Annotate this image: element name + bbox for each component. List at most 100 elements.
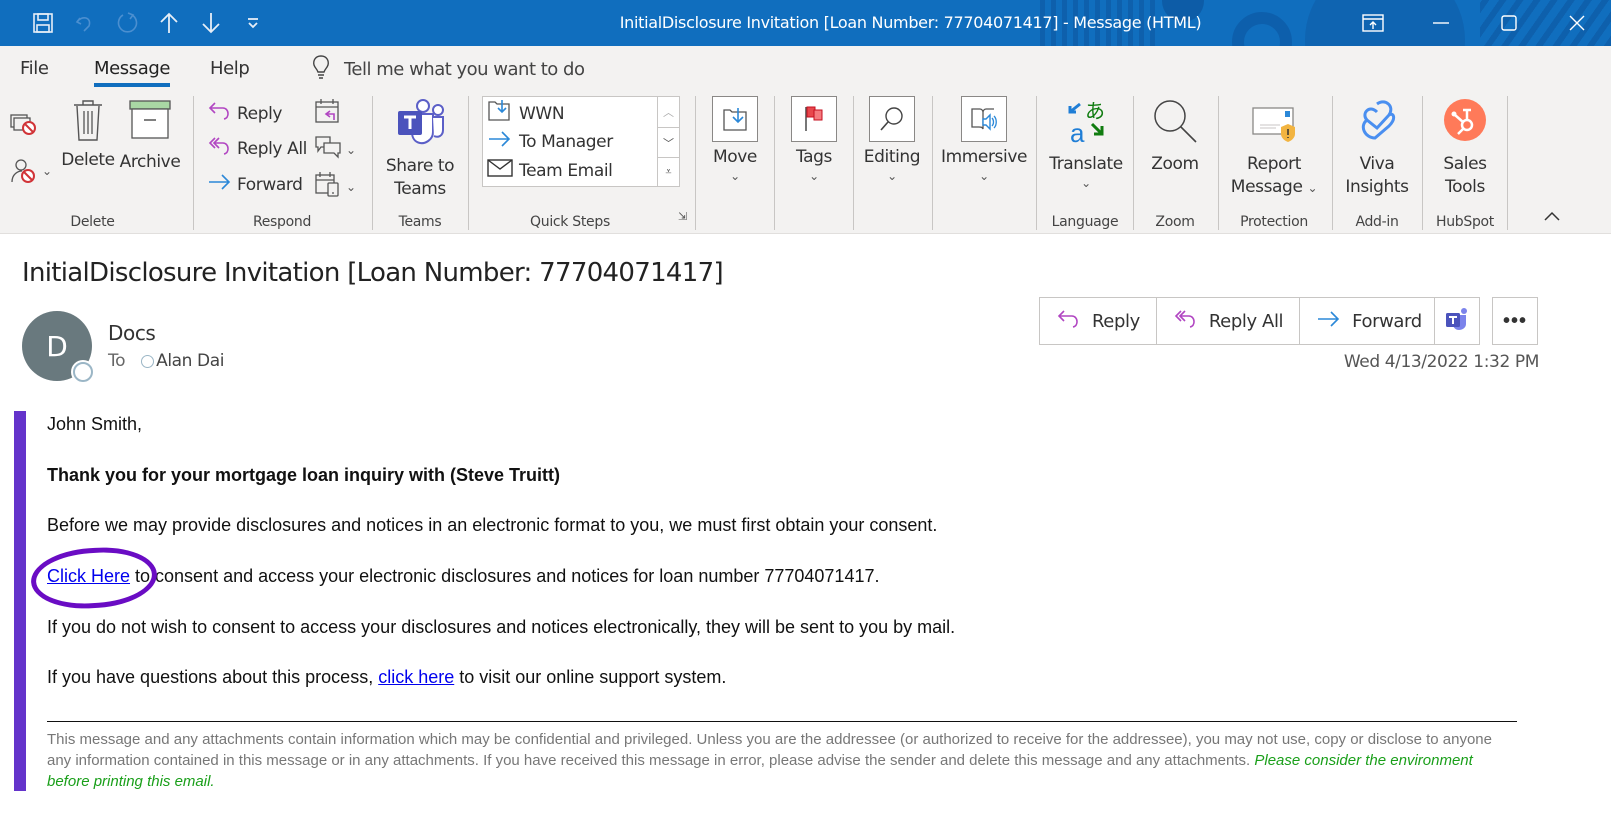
disclaimer: This message and any attachments contain… (47, 729, 1517, 792)
tell-me-text: Tell me what you want to do (344, 59, 585, 80)
teams-icon (1444, 307, 1470, 336)
recipient-name[interactable]: Alan Dai (156, 351, 224, 371)
flag-icon (791, 96, 837, 142)
maximize-icon[interactable] (1475, 0, 1543, 46)
junk-icon[interactable]: ⌄ (10, 158, 52, 184)
presence-indicator (73, 362, 93, 382)
reply-with-meeting-icon[interactable] (314, 98, 340, 129)
immersive-reader-icon (961, 96, 1007, 142)
body-paragraph: If you do not wish to consent to access … (47, 617, 956, 637)
archive-icon (129, 100, 171, 147)
viva-insights-icon (1353, 98, 1401, 153)
group-separator (1507, 96, 1508, 230)
quick-step-to-manager[interactable]: To Manager (487, 128, 613, 155)
move-button[interactable]: Move ⌄ (708, 96, 762, 183)
reply-label: Reply (1092, 310, 1140, 332)
quick-step-label: WWN (519, 103, 565, 124)
find-icon (869, 96, 915, 142)
translate-button[interactable]: aあ Translate ⌄ (1046, 98, 1126, 190)
reply-icon (207, 100, 233, 127)
support-text: to visit our online support system. (454, 667, 727, 687)
teams-icon (395, 98, 445, 155)
group-label-protection: Protection (1240, 214, 1308, 230)
tags-button[interactable]: Tags ⌄ (787, 96, 841, 183)
group-separator (932, 96, 933, 230)
delete-button[interactable]: Delete (61, 98, 115, 172)
tab-file[interactable]: File (20, 58, 49, 79)
zoom-label: Zoom (1151, 154, 1199, 174)
reply-all-button[interactable]: Reply All (1157, 298, 1301, 344)
forward-label: Forward (1352, 310, 1422, 332)
viva-insights-button[interactable]: Viva Insights (1340, 98, 1414, 199)
group-separator (853, 96, 854, 230)
translate-label: Translate (1049, 154, 1123, 174)
teams-share-button[interactable] (1434, 297, 1480, 345)
chevron-down-icon: ⌄ (346, 179, 357, 194)
to-label: To (108, 351, 126, 371)
reply-ribbon-button[interactable]: Reply (207, 100, 282, 127)
support-text: If you have questions about this process… (47, 667, 379, 687)
sender-name[interactable]: Docs (108, 321, 156, 345)
report-message-label-2: Message (1230, 177, 1303, 197)
more-respond-button[interactable]: ⌄ (314, 171, 356, 202)
tab-message[interactable]: Message (94, 58, 170, 87)
group-label-zoom: Zoom (1155, 214, 1195, 230)
immersive-label: Immersive (940, 147, 1028, 167)
immersive-reader-button[interactable]: Immersive ⌄ (940, 96, 1028, 183)
report-message-label: Report (1247, 154, 1301, 174)
restore-ribbon-icon[interactable] (1339, 0, 1407, 46)
reply-button[interactable]: Reply (1040, 298, 1157, 344)
forward-button[interactable]: Forward (1300, 298, 1440, 344)
message-subject: InitialDisclosure Invitation [Loan Numbe… (22, 258, 724, 288)
body-accent-bar (14, 411, 26, 791)
ignore-icon[interactable] (10, 112, 38, 141)
reply-all-icon (207, 135, 233, 162)
chevron-down-icon: ⌄ (1307, 181, 1318, 195)
tab-help[interactable]: Help (210, 58, 250, 79)
reply-all-label: Reply All (237, 138, 307, 159)
lightbulb-icon (312, 54, 330, 85)
gallery-expand[interactable]: ⩡ (657, 157, 679, 187)
gallery-scroll-up[interactable]: ︿ (657, 97, 679, 127)
collapse-ribbon-icon[interactable] (1544, 208, 1560, 226)
report-message-button[interactable]: Report Message ⌄ (1228, 98, 1320, 199)
quick-step-wwn[interactable]: WWN (487, 99, 565, 128)
window-controls (1339, 0, 1611, 46)
reply-icon (1056, 308, 1082, 335)
sales-tools-button[interactable]: Sales Tools (1430, 98, 1500, 199)
support-paragraph: If you have questions about this process… (47, 667, 726, 688)
quick-step-team-email[interactable]: Team Email (487, 157, 613, 184)
window-title-text: InitialDisclosure Invitation [Loan Numbe… (619, 13, 1202, 32)
close-icon[interactable] (1543, 0, 1611, 46)
minimize-icon[interactable] (1407, 0, 1475, 46)
archive-button[interactable]: Archive (120, 100, 181, 174)
gallery-scroll-down[interactable]: ﹀ (657, 127, 679, 157)
viva-insights-label: Viva (1359, 154, 1395, 174)
reply-all-label: Reply All (1208, 310, 1284, 332)
support-link[interactable]: click here (378, 667, 454, 687)
chevron-down-icon: ⌄ (809, 169, 819, 183)
chevron-down-icon: ⌄ (42, 164, 53, 178)
quick-step-label: To Manager (519, 131, 613, 152)
trash-icon (72, 98, 104, 149)
group-separator (774, 96, 775, 230)
report-message-icon (1250, 98, 1298, 153)
group-label-respond: Respond (252, 214, 312, 230)
dialog-launcher-icon[interactable]: ⇲ (678, 210, 687, 223)
editing-button[interactable]: Editing ⌄ (862, 96, 922, 183)
envelope-icon (487, 157, 513, 184)
reply-all-ribbon-button[interactable]: Reply All (207, 135, 307, 162)
forward-ribbon-button[interactable]: Forward (207, 171, 303, 198)
tags-label: Tags (795, 147, 833, 167)
im-reply-button[interactable]: ⌄ (314, 135, 356, 164)
zoom-button[interactable]: Zoom (1142, 98, 1208, 176)
quick-step-label: Team Email (519, 160, 613, 181)
message-actions: Reply Reply All Forward (1039, 297, 1441, 345)
more-icon: ••• (1502, 309, 1527, 332)
tell-me-search[interactable]: Tell me what you want to do (312, 54, 585, 85)
more-actions-button[interactable]: ••• (1492, 297, 1538, 345)
share-to-teams-button[interactable]: Share to Teams (380, 98, 460, 201)
chevron-down-icon: ⌄ (1081, 176, 1091, 190)
menu-bar: File Message Help Tell me what you want … (0, 46, 1611, 88)
group-separator (1422, 96, 1423, 230)
